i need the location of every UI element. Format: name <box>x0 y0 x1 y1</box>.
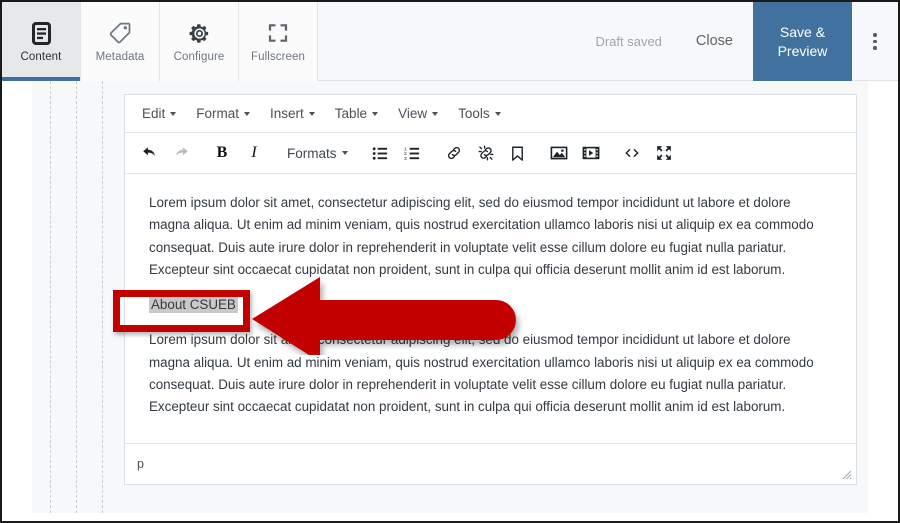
chevron-down-icon <box>372 112 379 117</box>
menu-format-label: Format <box>196 106 240 121</box>
undo-icon[interactable] <box>133 138 165 168</box>
left-white-gutter <box>2 81 32 513</box>
menu-format[interactable]: Format <box>187 102 259 125</box>
editor-menubar: Edit Format Insert Table View Tools <box>125 95 856 133</box>
grid-guide-1 <box>50 81 51 513</box>
tab-strip: Content Metadata Configure Fullscreen <box>2 2 318 81</box>
draft-status: Draft saved <box>595 33 662 49</box>
editor-content-area[interactable]: Lorem ipsum dolor sit amet, consectetur … <box>125 174 856 443</box>
app-screen: Content Metadata Configure Fullscreen Dr… <box>0 0 900 523</box>
menu-tools-label: Tools <box>458 106 490 121</box>
element-path[interactable]: p <box>137 457 144 471</box>
tab-configure-label: Configure <box>173 51 225 63</box>
menu-edit-label: Edit <box>142 106 166 121</box>
bold-icon[interactable]: B <box>206 138 238 168</box>
svg-text:3: 3 <box>404 155 407 161</box>
link-icon[interactable] <box>438 138 470 168</box>
save-and-preview-button[interactable]: Save & Preview <box>753 2 852 81</box>
fullscreen-icon[interactable] <box>648 138 680 168</box>
editor-statusbar: p <box>125 443 856 484</box>
image-icon[interactable] <box>543 138 575 168</box>
app-toolbar: Content Metadata Configure Fullscreen Dr… <box>2 2 898 81</box>
tab-metadata[interactable]: Metadata <box>81 2 160 81</box>
tab-content[interactable]: Content <box>2 2 81 81</box>
grid-guide-2 <box>76 81 77 513</box>
unlink-icon[interactable] <box>470 138 502 168</box>
anchor-icon[interactable] <box>502 138 534 168</box>
chevron-down-icon <box>170 112 177 117</box>
formats-dropdown[interactable]: Formats <box>279 142 356 165</box>
body-paragraph-2: Lorem ipsum dolor sit amet, consectetur … <box>149 332 814 415</box>
redo-icon[interactable] <box>165 138 197 168</box>
chevron-down-icon <box>341 151 348 155</box>
kebab-menu-icon[interactable] <box>852 2 898 81</box>
chevron-down-icon <box>308 112 315 117</box>
menu-view[interactable]: View <box>389 102 447 125</box>
save-preview-line2: Preview <box>777 42 828 59</box>
resize-grip-icon[interactable] <box>838 466 852 480</box>
menu-view-label: View <box>398 106 428 121</box>
bullet-list-icon[interactable] <box>365 138 397 168</box>
menu-insert-label: Insert <box>270 106 304 121</box>
grid-guide-3 <box>102 81 103 513</box>
menu-table[interactable]: Table <box>326 102 387 125</box>
expand-corners-icon <box>267 20 289 46</box>
source-code-icon[interactable] <box>616 138 648 168</box>
appbar-spacer <box>318 2 581 80</box>
numbered-list-icon[interactable]: 1 2 3 <box>397 138 429 168</box>
italic-icon[interactable]: I <box>238 138 270 168</box>
tab-content-label: Content <box>20 51 62 63</box>
menu-tools[interactable]: Tools <box>449 102 510 125</box>
selected-text: About CSUEB <box>149 296 238 314</box>
tab-configure[interactable]: Configure <box>160 2 239 81</box>
body-paragraph-1: Lorem ipsum dolor sit amet, consectetur … <box>149 195 814 277</box>
gear-icon <box>188 20 211 46</box>
tab-fullscreen[interactable]: Fullscreen <box>239 2 318 81</box>
page-canvas: Edit Format Insert Table View Tools B I … <box>2 81 898 513</box>
chevron-down-icon <box>244 112 251 117</box>
formats-label: Formats <box>287 145 337 161</box>
menu-table-label: Table <box>334 106 368 121</box>
tab-fullscreen-label: Fullscreen <box>250 51 306 63</box>
rich-text-editor: Edit Format Insert Table View Tools B I … <box>124 94 857 485</box>
chevron-down-icon <box>494 112 501 117</box>
document-lines-icon <box>31 20 52 46</box>
right-white-gutter <box>868 81 898 513</box>
chevron-down-icon <box>432 112 439 117</box>
menu-insert[interactable]: Insert <box>261 102 324 125</box>
selected-heading-paragraph: About CSUEB <box>149 294 832 316</box>
close-button[interactable]: Close <box>676 2 753 80</box>
media-icon[interactable] <box>575 138 607 168</box>
save-preview-line1: Save & <box>779 23 826 40</box>
editor-toolbar: B I Formats 1 2 3 <box>125 133 856 174</box>
menu-edit[interactable]: Edit <box>133 102 185 125</box>
tab-metadata-label: Metadata <box>95 51 145 63</box>
tag-icon <box>108 20 132 46</box>
